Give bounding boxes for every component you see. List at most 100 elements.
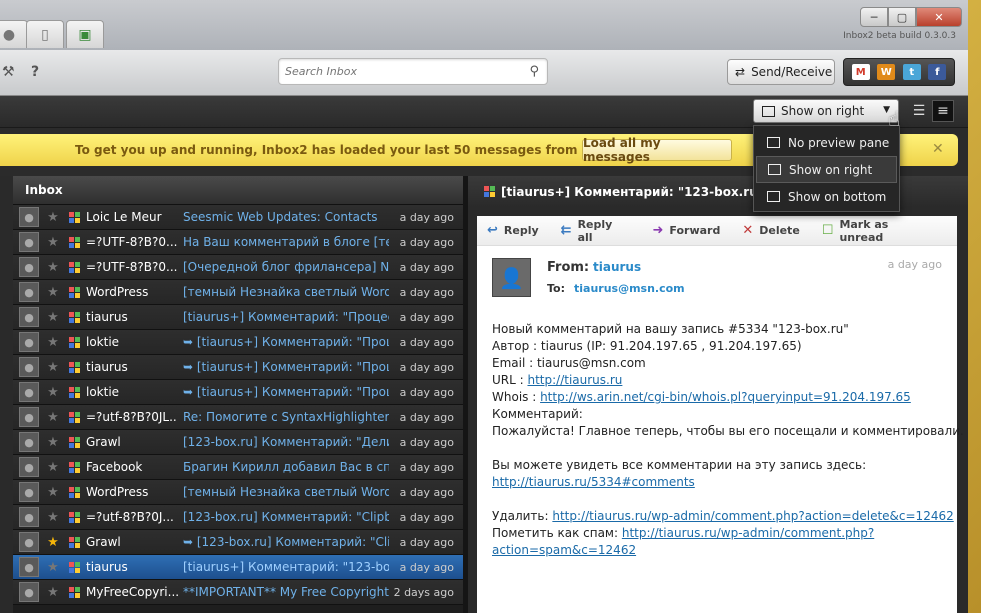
message-subject: Seesmic Web Updates: Contacts	[183, 210, 378, 224]
load-all-messages-button[interactable]: Load all my messages	[582, 136, 732, 164]
message-row[interactable]: ● ★ tiaurus [tiaurus+] Комментарий: "123-bo…	[13, 555, 463, 580]
message-subject: Re: Помогите с SyntaxHighlighter	[183, 410, 389, 424]
star-icon[interactable]: ★	[45, 285, 61, 300]
whois-link[interactable]: http://ws.arin.net/cgi-bin/whois.pl?quer…	[540, 390, 911, 404]
body-line: Пожалуйста! Главное теперь, чтобы вы его…	[492, 424, 964, 438]
star-icon[interactable]: ★	[45, 435, 61, 450]
sender-info: 👤 From: tiaurus To: tiaurus@msn.com a da…	[492, 258, 942, 310]
images-tab[interactable]: ▣	[66, 20, 104, 48]
star-icon[interactable]: ★	[45, 335, 61, 350]
avatar: ●	[19, 357, 39, 377]
forward-button[interactable]: ➜ Forward	[652, 223, 720, 238]
reply-button[interactable]: ↩ Reply	[487, 223, 539, 238]
message-row[interactable]: ● ★ Grawl ➥ [123-box.ru] Комментарий: "Clip…	[13, 530, 463, 555]
delete-link[interactable]: http://tiaurus.ru/wp-admin/comment.php?a…	[552, 509, 953, 523]
message-row[interactable]: ● ★ WordPress [темный Незнайка светлый Word…	[13, 280, 463, 305]
delete-button[interactable]: ✕ Delete	[742, 223, 799, 238]
message-date: a day ago	[399, 485, 454, 499]
to-label: To:	[547, 282, 565, 295]
message-row[interactable]: ● ★ Loic Le Meur Seesmic Web Updates: Conta…	[13, 205, 463, 230]
close-button[interactable]: ✕	[916, 7, 962, 27]
compact-view-icon[interactable]: ≡	[932, 100, 954, 122]
star-icon[interactable]: ★	[45, 235, 61, 250]
url-label: URL :	[492, 373, 528, 387]
body-line: Email : tiaurus@msn.com	[492, 356, 646, 370]
wrench-icon[interactable]: ⚒	[2, 64, 15, 80]
avatar: ●	[19, 407, 39, 427]
documents-tab[interactable]: ▯	[26, 20, 64, 48]
gmail-icon[interactable]: M	[851, 64, 870, 80]
message-row[interactable]: ● ★ Facebook Брагин Кирилл добавил Вас в сп…	[13, 455, 463, 480]
menu-item-show-right[interactable]: Show on right	[756, 156, 897, 183]
list-view-icon[interactable]: ☰	[908, 100, 930, 122]
message-row[interactable]: ● ★ Grawl [123-box.ru] Комментарий: "Делимс…	[13, 430, 463, 455]
message-sender: loktie	[86, 385, 120, 399]
message-sender: WordPress	[86, 485, 149, 499]
pane-none-icon	[767, 137, 780, 148]
from-label: From:	[547, 260, 590, 275]
star-icon[interactable]: ★	[45, 410, 61, 425]
message-row[interactable]: ● ★ =?UTF-8?B?0... [Очередной блог фрилансе…	[13, 255, 463, 280]
message-date: a day ago	[399, 535, 454, 549]
help-button[interactable]: ?	[31, 64, 39, 80]
avatar: ●	[19, 332, 39, 352]
star-icon[interactable]: ★	[45, 360, 61, 375]
comments-link[interactable]: http://tiaurus.ru/5334#comments	[492, 475, 695, 489]
message-row[interactable]: ● ★ =?utf-8?B?0J... [123-box.ru] Комментари…	[13, 505, 463, 530]
message-row[interactable]: ● ★ tiaurus ➥ [tiaurus+] Комментарий: "Проц…	[13, 355, 463, 380]
preview-pane-button[interactable]: Show on right ▼	[753, 99, 899, 123]
message-subject: **IMPORTANT** My Free Copyrights fo	[183, 585, 389, 599]
spam-link[interactable]: http://tiaurus.ru/wp-admin/comment.php?	[622, 526, 874, 540]
star-icon[interactable]: ★	[45, 485, 61, 500]
reply-all-icon: ⇇	[560, 223, 572, 238]
message-body: Новый комментарий на вашу запись #5334 "…	[492, 321, 964, 559]
facebook-icon[interactable]: f	[928, 64, 947, 80]
windows-live-icon[interactable]: W	[877, 64, 896, 80]
star-icon[interactable]: ★	[45, 210, 61, 225]
message-row[interactable]: ● ★ MyFreeCopyri... **IMPORTANT** My Free C…	[13, 580, 463, 605]
message-row[interactable]: ● ★ tiaurus [tiaurus+] Комментарий: "Процес…	[13, 305, 463, 330]
message-sender: Grawl	[86, 435, 121, 449]
minimize-button[interactable]: ─	[860, 7, 888, 27]
star-icon[interactable]: ★	[45, 560, 61, 575]
message-subject: ➥ [123-box.ru] Комментарий: "Clipbo	[183, 535, 389, 549]
message-card: ↩ Reply ⇇ Reply all ➜ Forward ✕ Delete ☐ Mark…	[477, 216, 964, 613]
url-link[interactable]: http://tiaurus.ru	[527, 373, 622, 387]
message-date: a day ago	[399, 410, 454, 424]
message-date: a day ago	[399, 310, 454, 324]
search-input[interactable]	[279, 59, 509, 84]
body-line: Автор : tiaurus (IP: 91.204.197.65 , 91.…	[492, 339, 802, 353]
close-notification-icon[interactable]: ✕	[932, 141, 944, 157]
message-row[interactable]: ● ★ =?UTF-8?B?0... На Ваш комментарий в бло…	[13, 230, 463, 255]
people-tab[interactable]: ●	[0, 20, 28, 48]
message-sender: tiaurus	[86, 560, 128, 574]
star-icon[interactable]: ★	[45, 535, 61, 550]
body-line: http://tiaurus.ru/5334#comments	[492, 474, 952, 491]
message-subject: На Ваш комментарий в блоге [темный	[183, 235, 389, 249]
message-row[interactable]: ● ★ loktie ➥ [tiaurus+] Комментарий: "Проце…	[13, 380, 463, 405]
twitter-icon[interactable]: t	[902, 64, 921, 80]
reply-all-button[interactable]: ⇇ Reply all	[561, 218, 631, 244]
search-icon[interactable]: ⚲	[529, 64, 539, 79]
menu-item-no-preview[interactable]: No preview pane	[756, 129, 897, 156]
spam-link-cont[interactable]: action=spam&c=12462	[492, 543, 636, 557]
maximize-button[interactable]: ▢	[888, 7, 916, 27]
message-row[interactable]: ● ★ loktie ➥ [tiaurus+] Комментарий: "Проце…	[13, 330, 463, 355]
star-icon[interactable]: ★	[45, 460, 61, 475]
windows-live-icon	[69, 561, 80, 573]
star-icon[interactable]: ★	[45, 385, 61, 400]
star-icon[interactable]: ★	[45, 260, 61, 275]
message-row[interactable]: ● ★ WordPress [темный Незнайка светлый Word…	[13, 480, 463, 505]
mark-unread-button[interactable]: ☐ Mark as unread	[822, 218, 935, 244]
to-value[interactable]: tiaurus@msn.com	[574, 282, 685, 295]
message-row[interactable]: ● ★ =?utf-8?B?0JL... Re: Помогите с SyntaxH…	[13, 405, 463, 430]
star-icon[interactable]: ★	[45, 510, 61, 525]
menu-item-show-bottom[interactable]: Show on bottom	[756, 183, 897, 210]
send-receive-button[interactable]: ⇄ Send/Receive	[727, 59, 835, 85]
star-icon[interactable]: ★	[45, 310, 61, 325]
from-value[interactable]: tiaurus	[593, 260, 641, 274]
star-icon[interactable]: ★	[45, 585, 61, 600]
checkbox-icon: ☐	[821, 223, 834, 238]
avatar: ●	[19, 282, 39, 302]
body-line: Пометить как спам: http://tiaurus.ru/wp-…	[492, 525, 952, 542]
